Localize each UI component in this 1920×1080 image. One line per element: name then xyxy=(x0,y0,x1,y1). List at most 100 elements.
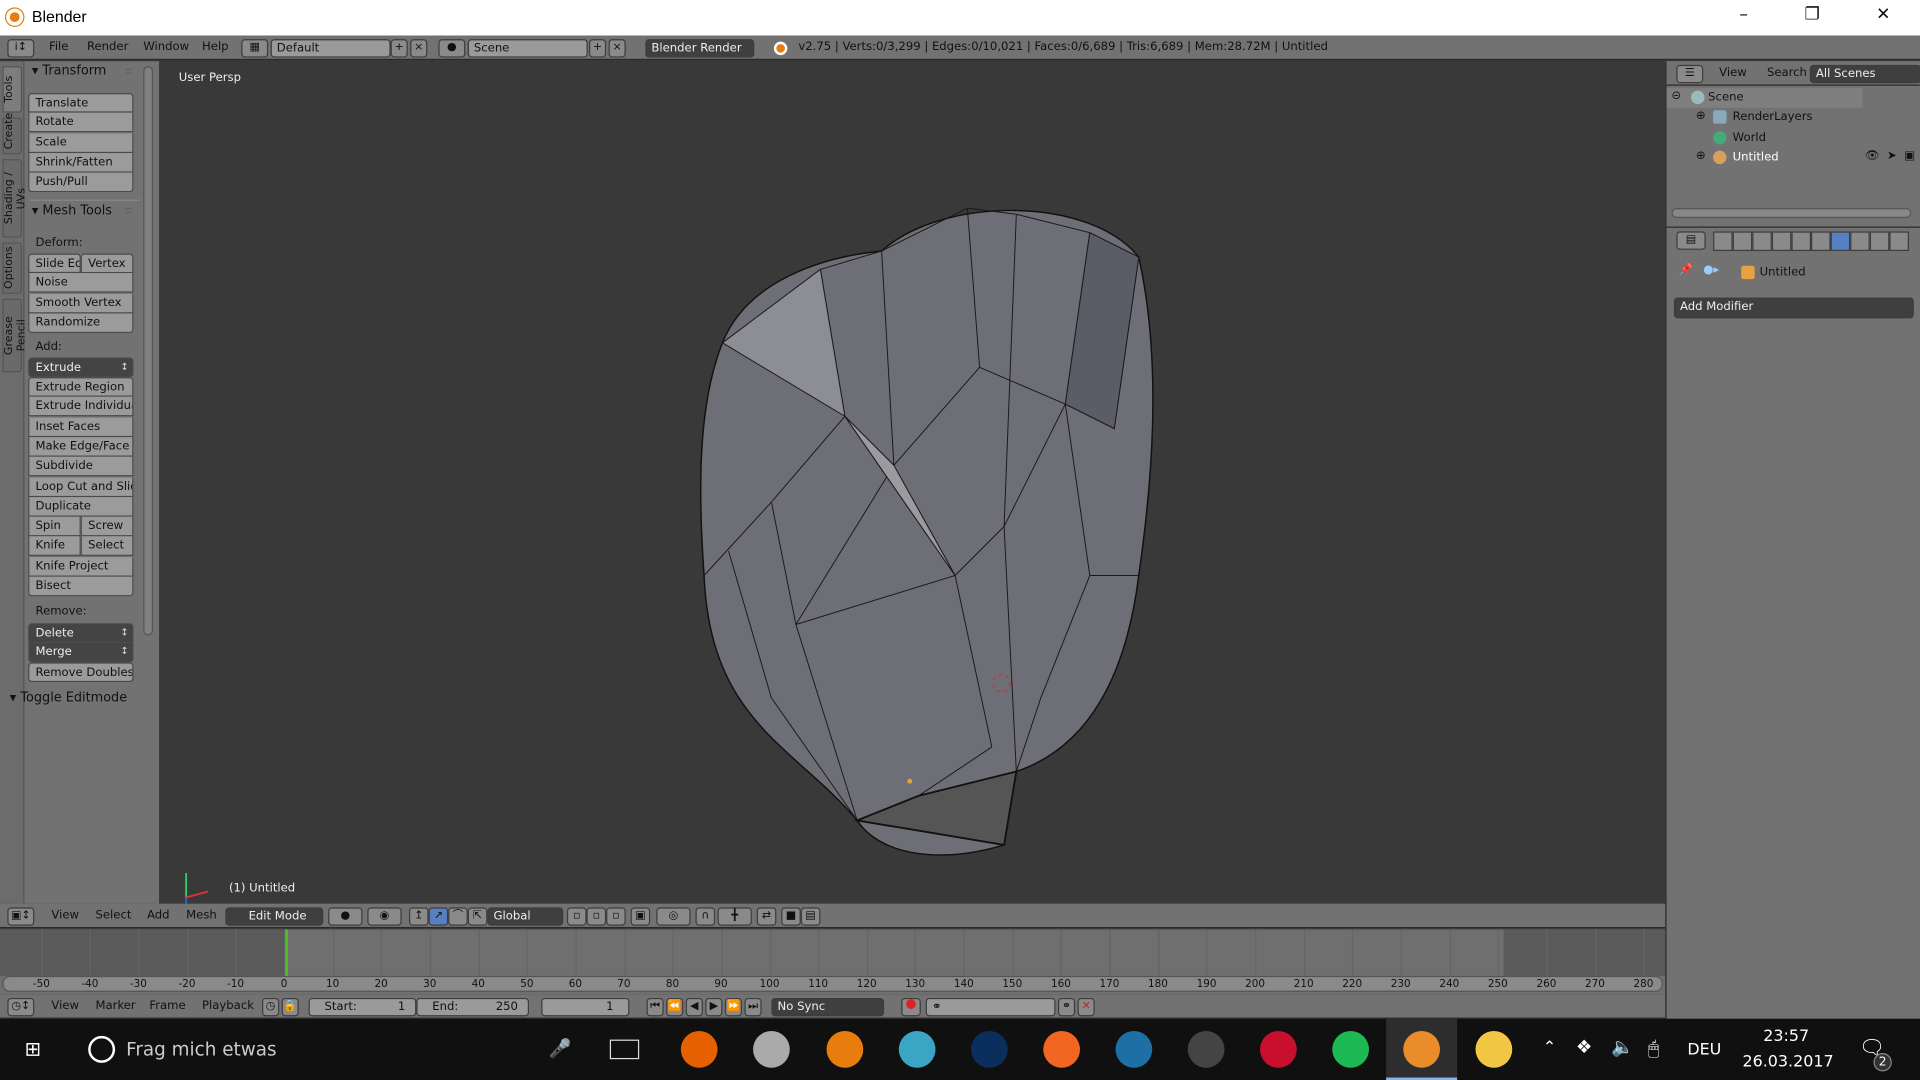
jump-start-icon[interactable]: ⏮ xyxy=(646,997,664,1017)
delete-button[interactable]: Delete xyxy=(28,623,134,643)
merge-button[interactable]: Merge xyxy=(28,643,134,663)
outliner-item-scene[interactable]: ⊝ Scene xyxy=(1666,88,1863,108)
scale-manipulator-icon[interactable]: ⇱ xyxy=(467,907,488,926)
photoshop-icon[interactable] xyxy=(971,1031,1008,1068)
scene-tab-icon[interactable] xyxy=(1752,231,1772,252)
steam-like-icon[interactable] xyxy=(1115,1031,1153,1068)
sync-mode-select[interactable]: No Sync xyxy=(771,997,885,1017)
volume-icon[interactable]: 🔈 xyxy=(1611,1036,1634,1058)
keying-set-field[interactable]: ⚭ xyxy=(925,997,1056,1017)
push-pull-button[interactable]: Push/Pull xyxy=(28,172,134,193)
pivot-point-icon[interactable]: ◉ xyxy=(367,907,402,926)
panel-header-toggle-editmode[interactable]: ▾ Toggle Editmode xyxy=(10,691,127,706)
network-icon[interactable]: 🖱 xyxy=(1648,1037,1659,1059)
outliner-scrollbar[interactable] xyxy=(1671,208,1912,218)
shrink-fatten-button[interactable]: Shrink/Fatten xyxy=(28,152,134,173)
clock-time[interactable]: 23:57 xyxy=(1763,1027,1809,1045)
cortana-icon[interactable] xyxy=(88,1035,116,1063)
add-layout-icon[interactable]: + xyxy=(390,39,408,58)
menu-view[interactable]: View xyxy=(51,909,79,922)
menu-window[interactable]: Window xyxy=(143,40,189,53)
inset-faces-button[interactable]: Inset Faces xyxy=(28,417,134,437)
delete-scene-icon[interactable]: × xyxy=(608,39,626,58)
scene-field[interactable]: Scene xyxy=(467,39,588,58)
delete-layout-icon[interactable]: × xyxy=(410,39,428,58)
menu-select[interactable]: Select xyxy=(96,909,132,922)
task-view-icon[interactable] xyxy=(609,1039,640,1060)
object-tab-icon[interactable] xyxy=(1791,231,1812,252)
search-box[interactable]: Frag mich etwas xyxy=(126,1038,276,1060)
mesh-object[interactable] xyxy=(159,61,1665,904)
extrude-individual-button[interactable]: Extrude Individual xyxy=(28,397,134,417)
blender-icon[interactable] xyxy=(826,1031,864,1068)
preview-range-icon[interactable]: ◷ xyxy=(262,997,280,1017)
editor-type-timeline-icon[interactable]: ◷↕ xyxy=(7,997,35,1017)
render-layers-tab-icon[interactable] xyxy=(1732,231,1753,252)
selectable-cursor-icon[interactable]: ➤ xyxy=(1887,149,1897,162)
opengl-animation-icon[interactable]: ▤ xyxy=(800,907,821,926)
constraints-tab-icon[interactable] xyxy=(1811,231,1831,252)
knife-button[interactable]: Knife xyxy=(28,536,81,557)
frame-ruler[interactable]: -50 -40 -30 -20 -10 0 10 20 30 40 50 60 70 80 90 100 110… xyxy=(2,975,1663,992)
panel-header[interactable]: ▾ Transform:::: xyxy=(32,64,133,79)
face-select-icon[interactable]: ▫ xyxy=(606,907,626,926)
insert-keyframe-icon[interactable]: ⚭ xyxy=(1057,997,1076,1017)
make-edge-face-button[interactable]: Make Edge/Face xyxy=(28,437,134,457)
file-explorer-icon[interactable] xyxy=(1475,1031,1513,1068)
extrude-dropdown[interactable]: Extrude xyxy=(28,357,134,378)
scale-button[interactable]: Scale xyxy=(28,132,134,153)
tab-shading-uvs[interactable]: Shading / UVs xyxy=(2,159,28,238)
scene-icon[interactable]: ● xyxy=(438,39,466,58)
translate-manipulator-icon[interactable]: ↗ xyxy=(428,907,449,926)
spotify-icon[interactable] xyxy=(1332,1031,1369,1068)
select-button[interactable]: Select xyxy=(80,536,134,557)
translate-button[interactable]: Translate xyxy=(28,93,134,113)
lock-icon[interactable]: 🔒 xyxy=(281,997,299,1017)
panel-header[interactable]: ▾ Mesh Tools:::: xyxy=(32,203,133,218)
noise-button[interactable]: Noise xyxy=(28,273,134,294)
snap-toggle-icon[interactable]: ∩ xyxy=(695,907,716,926)
screen-layout-field[interactable]: Default xyxy=(270,39,391,58)
menu-search[interactable]: Search xyxy=(1767,66,1807,79)
data-tab-icon[interactable] xyxy=(1850,231,1870,252)
render-engine-select[interactable]: Blender Render xyxy=(645,39,755,58)
world-tab-icon[interactable] xyxy=(1771,231,1792,252)
jump-end-icon[interactable]: ⏭ xyxy=(744,997,762,1017)
menu-render[interactable]: Render xyxy=(87,40,128,53)
duplicate-button[interactable]: Duplicate xyxy=(28,496,134,517)
proportional-editing-icon[interactable]: ◎ xyxy=(656,907,691,926)
tab-tools[interactable]: Tools xyxy=(2,66,23,113)
screen-layout-icon[interactable]: ▦ xyxy=(241,39,269,58)
minimize-button[interactable]: – xyxy=(1719,5,1768,29)
close-button[interactable]: ✕ xyxy=(1859,5,1908,29)
origin-icon[interactable] xyxy=(1043,1031,1081,1068)
pin-icon[interactable]: 📌 xyxy=(1679,263,1694,276)
dropbox-icon[interactable]: ❖ xyxy=(1576,1036,1592,1058)
jump-keyframe-forward-icon[interactable]: ⏩ xyxy=(724,997,743,1017)
spin-button[interactable]: Spin xyxy=(28,516,81,537)
editor-type-3d-icon[interactable]: ▣↕ xyxy=(7,907,35,926)
musescore-icon[interactable] xyxy=(898,1031,936,1068)
tab-options[interactable]: Options xyxy=(2,242,23,294)
editor-type-outliner-icon[interactable]: ☰ xyxy=(1676,64,1704,84)
material-tab-icon[interactable] xyxy=(1869,231,1890,252)
app-ring-icon[interactable] xyxy=(1187,1031,1225,1068)
loop-cut-and-slide-button[interactable]: Loop Cut and Slide xyxy=(28,476,134,497)
rotate-button[interactable]: Rotate xyxy=(28,113,134,133)
outliner-item-world[interactable]: World xyxy=(1667,129,1863,149)
record-icon[interactable] xyxy=(901,997,921,1017)
occlude-geometry-icon[interactable]: ▣ xyxy=(630,907,651,926)
opengl-render-icon[interactable]: ■ xyxy=(781,907,801,926)
uv-sync-icon[interactable]: ⇄ xyxy=(756,907,777,926)
slide-ed-button[interactable]: Slide Ed xyxy=(28,253,81,274)
texture-tab-icon[interactable] xyxy=(1889,231,1909,252)
drag-handle-icon[interactable]: :::: xyxy=(125,66,133,76)
vertex-button[interactable]: Vertex xyxy=(80,253,134,274)
play-icon[interactable]: ▶ xyxy=(705,997,723,1017)
frame-cursor[interactable] xyxy=(285,929,288,976)
viewport-shading-icon[interactable]: ● xyxy=(328,907,363,926)
play-reverse-icon[interactable]: ◀ xyxy=(685,997,703,1017)
menu-view[interactable]: View xyxy=(51,999,79,1012)
menu-view[interactable]: View xyxy=(1719,66,1747,79)
tab-grease-pencil[interactable]: Grease Pencil xyxy=(2,298,28,373)
